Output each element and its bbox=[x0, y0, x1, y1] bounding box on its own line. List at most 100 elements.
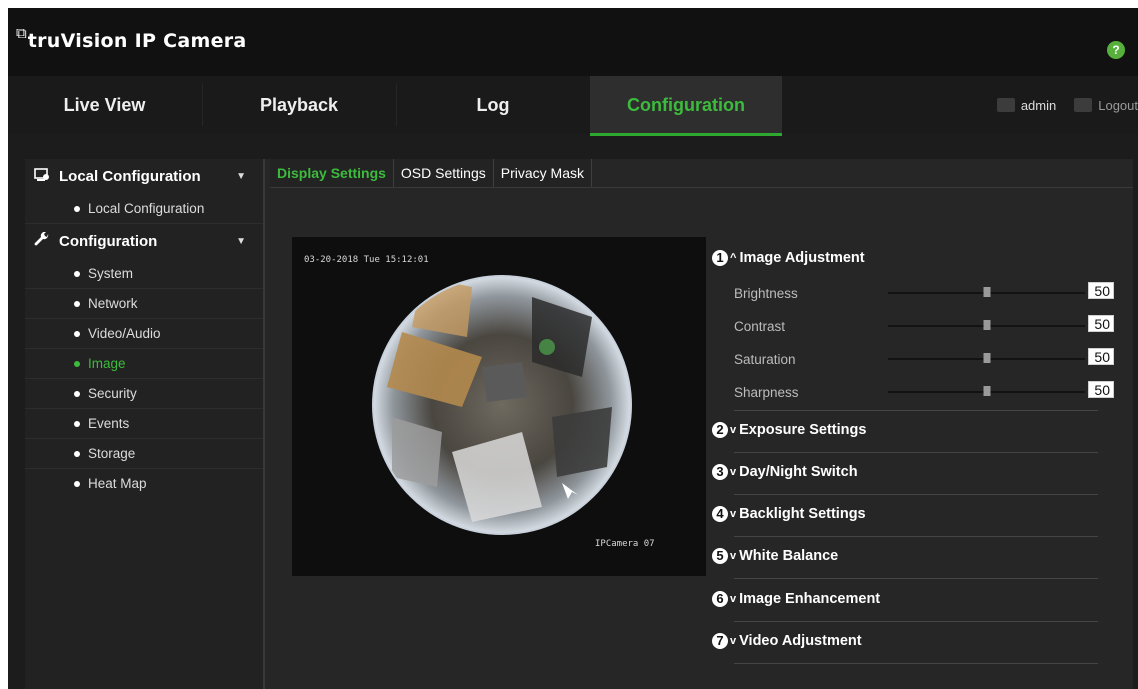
accordion-title: Image Adjustment bbox=[739, 250, 865, 266]
bullet-icon bbox=[74, 330, 80, 337]
sidebar-section-local-configuration[interactable]: Local Configuration ▼ bbox=[25, 159, 263, 194]
sidebar-item-label: Local Configuration bbox=[88, 201, 205, 216]
accordion-image-adjustment[interactable]: 1 ^ Image Adjustment bbox=[712, 247, 1104, 269]
slider-row-saturation: Saturation 50 bbox=[734, 347, 1118, 371]
fisheye-image bbox=[372, 275, 632, 535]
step-badge: 7 bbox=[712, 633, 728, 649]
tab-configuration[interactable]: Configuration bbox=[590, 76, 782, 136]
chevron-down-icon: ▼ bbox=[236, 171, 246, 182]
slider-row-sharpness: Sharpness 50 bbox=[734, 380, 1118, 404]
username-label: admin bbox=[1020, 97, 1057, 113]
chevron-down-icon: v bbox=[730, 424, 737, 436]
chevron-down-icon: v bbox=[730, 508, 737, 520]
contrast-slider-thumb[interactable] bbox=[983, 320, 990, 330]
sidebar-item-video-audio[interactable]: Video/Audio bbox=[25, 319, 263, 349]
accordion-backlight-settings[interactable]: 4 v Backlight Settings bbox=[712, 503, 1104, 525]
sharpness-value-input[interactable]: 50 bbox=[1088, 381, 1114, 398]
sidebar-item-label: Events bbox=[88, 416, 130, 431]
subtab-privacy-mask[interactable]: Privacy Mask bbox=[493, 159, 592, 187]
tab-log[interactable]: Log bbox=[397, 76, 589, 134]
sidebar-section-configuration[interactable]: Configuration ▼ bbox=[25, 224, 263, 259]
divider bbox=[734, 410, 1098, 411]
user-icon bbox=[996, 98, 1015, 112]
logout-link[interactable]: Logout bbox=[1098, 98, 1138, 113]
brand-logo: ⧉ truVision IP Camera bbox=[16, 26, 247, 56]
slider-row-contrast: Contrast 50 bbox=[734, 314, 1118, 338]
accordion-white-balance[interactable]: 5 v White Balance bbox=[712, 545, 1104, 567]
divider bbox=[734, 663, 1098, 664]
sidebar-item-label: Video/Audio bbox=[88, 326, 161, 341]
accordion-title: Exposure Settings bbox=[739, 422, 867, 438]
step-badge: 3 bbox=[712, 464, 728, 480]
divider bbox=[734, 452, 1098, 453]
accordion-title: Backlight Settings bbox=[739, 506, 866, 522]
sidebar-item-local-configuration[interactable]: Local Configuration bbox=[25, 194, 263, 224]
brightness-slider-thumb[interactable] bbox=[983, 287, 990, 297]
local-config-icon bbox=[34, 168, 50, 185]
chevron-down-icon: v bbox=[730, 550, 737, 562]
bullet-icon bbox=[74, 300, 80, 307]
brightness-value-input[interactable]: 50 bbox=[1088, 282, 1114, 299]
help-icon[interactable]: ? bbox=[1107, 41, 1125, 59]
brand-mark-icon: ⧉ bbox=[16, 24, 27, 42]
sidebar-item-security[interactable]: Security bbox=[25, 379, 263, 409]
sidebar-item-label: Network bbox=[88, 296, 138, 311]
step-badge: 6 bbox=[712, 591, 728, 607]
chevron-down-icon: v bbox=[730, 635, 737, 647]
accordion-exposure-settings[interactable]: 2 v Exposure Settings bbox=[712, 419, 1104, 441]
video-camera-name: IPCamera 07 bbox=[595, 539, 655, 549]
saturation-slider-thumb[interactable] bbox=[983, 353, 990, 363]
divider bbox=[734, 494, 1098, 495]
bullet-icon bbox=[74, 270, 80, 277]
accordion-title: Video Adjustment bbox=[739, 633, 862, 649]
sidebar-item-events[interactable]: Events bbox=[25, 409, 263, 439]
sidebar-item-label: System bbox=[88, 266, 134, 281]
chevron-down-icon: ▼ bbox=[236, 236, 246, 247]
sidebar-item-image[interactable]: Image bbox=[25, 349, 263, 379]
chevron-down-icon: v bbox=[730, 466, 737, 478]
slider-label: Contrast bbox=[734, 319, 786, 334]
sidebar-item-storage[interactable]: Storage bbox=[25, 439, 263, 469]
divider bbox=[734, 578, 1098, 579]
sidebar-section-label: Configuration bbox=[59, 233, 158, 250]
header-bar: ⧉ truVision IP Camera ? bbox=[8, 8, 1138, 76]
contrast-value-input[interactable]: 50 bbox=[1088, 315, 1114, 332]
accordion-title: White Balance bbox=[739, 548, 839, 564]
sharpness-slider-thumb[interactable] bbox=[983, 386, 990, 396]
app-window: ⧉ truVision IP Camera ? Live View Playba… bbox=[8, 8, 1138, 689]
sidebar-item-network[interactable]: Network bbox=[25, 289, 263, 319]
sidebar-item-label: Heat Map bbox=[88, 476, 147, 491]
slider-label: Brightness bbox=[734, 286, 798, 301]
video-timestamp: 03-20-2018 Tue 15:12:01 bbox=[304, 255, 429, 265]
step-badge: 4 bbox=[712, 506, 728, 522]
saturation-value-input[interactable]: 50 bbox=[1088, 348, 1114, 365]
step-badge: 5 bbox=[712, 548, 728, 564]
sidebar-item-system[interactable]: System bbox=[25, 259, 263, 289]
tab-live-view[interactable]: Live View bbox=[8, 76, 201, 134]
accordion-title: Image Enhancement bbox=[739, 591, 881, 607]
bullet-icon bbox=[74, 450, 80, 457]
divider bbox=[734, 536, 1098, 537]
tab-playback[interactable]: Playback bbox=[203, 76, 395, 134]
accordion-video-adjustment[interactable]: 7 v Video Adjustment bbox=[712, 630, 1104, 652]
video-preview[interactable]: 03-20-2018 Tue 15:12:01 IPCamera 07 bbox=[292, 237, 706, 576]
subtab-display-settings[interactable]: Display Settings bbox=[270, 159, 394, 187]
slider-label: Saturation bbox=[734, 352, 796, 367]
chevron-down-icon: v bbox=[730, 593, 737, 605]
main-panel: Display Settings OSD Settings Privacy Ma… bbox=[265, 159, 1133, 689]
accordion-image-enhancement[interactable]: 6 v Image Enhancement bbox=[712, 588, 1104, 610]
step-badge: 2 bbox=[712, 422, 728, 438]
sidebar-item-label: Storage bbox=[88, 446, 136, 461]
bullet-icon bbox=[74, 480, 80, 487]
accordion-title: Day/Night Switch bbox=[739, 464, 858, 480]
bullet-icon bbox=[74, 205, 80, 212]
sidebar-item-heat-map[interactable]: Heat Map bbox=[25, 469, 263, 498]
bullet-icon bbox=[74, 360, 80, 367]
step-badge: 1 bbox=[712, 250, 728, 266]
brand-title: truVision IP Camera bbox=[27, 30, 247, 52]
bullet-icon bbox=[74, 390, 80, 397]
logout-icon bbox=[1074, 98, 1093, 112]
subtab-osd-settings[interactable]: OSD Settings bbox=[393, 159, 494, 187]
accordion-day-night-switch[interactable]: 3 v Day/Night Switch bbox=[712, 461, 1104, 483]
divider bbox=[734, 621, 1098, 622]
